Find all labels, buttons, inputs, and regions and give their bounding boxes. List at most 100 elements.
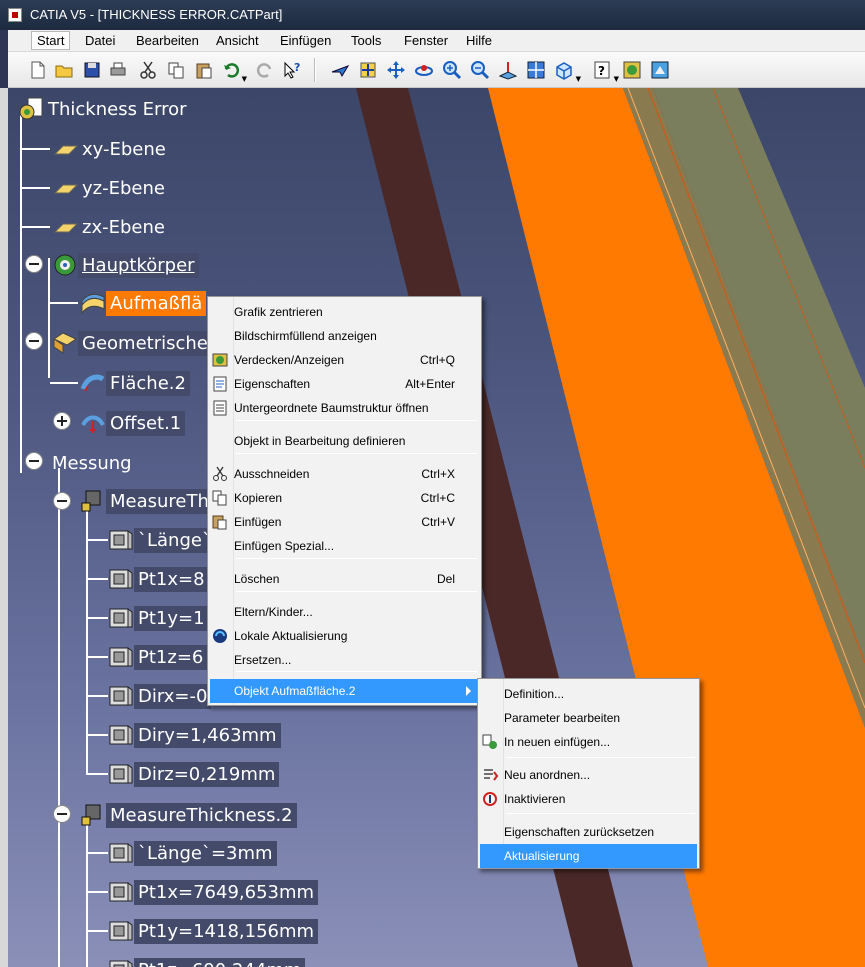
- pan-icon[interactable]: [386, 60, 406, 80]
- submenu-item-definition[interactable]: Definition...: [480, 682, 697, 706]
- submenu-item-eigenschaften-zurücksetzen[interactable]: Eigenschaften zurücksetzen: [480, 820, 697, 844]
- shading-icon[interactable]: [622, 60, 642, 80]
- normal-view-icon[interactable]: [498, 60, 518, 80]
- catia-app-icon[interactable]: [8, 8, 22, 22]
- rotate-icon[interactable]: [414, 60, 434, 80]
- collapse-messung-icon[interactable]: [25, 452, 43, 470]
- tree-node-zx-plane[interactable]: zx-Ebene: [52, 212, 169, 242]
- submenu-item-inaktivieren[interactable]: Inaktivieren: [480, 787, 697, 811]
- menu-item-ausschneiden[interactable]: Ausschneiden Ctrl+X: [210, 462, 479, 486]
- fit-all-icon[interactable]: [358, 60, 378, 80]
- menu-item-einfügen[interactable]: Einfügen Ctrl+V: [210, 510, 479, 534]
- submenu-item-in-neuen-einfügen[interactable]: In neuen einfügen...: [480, 730, 697, 754]
- multi-view-icon[interactable]: [526, 60, 546, 80]
- tree-label-parameter[interactable]: Pt1x=7649,653mm: [134, 879, 319, 905]
- redo-icon[interactable]: [254, 60, 274, 80]
- menu-hilfe[interactable]: Hilfe: [466, 33, 492, 48]
- tree-label-flaeche2[interactable]: Fläche.2: [106, 370, 190, 396]
- menu-fenster[interactable]: Fenster: [404, 33, 448, 48]
- menu-item-untergeordnete-baumstruktur-öffnen[interactable]: Untergeordnete Baumstruktur öffnen: [210, 396, 479, 420]
- save-icon[interactable]: [82, 60, 102, 80]
- tree-label-parameter[interactable]: Pt1y=1418,156mm: [134, 918, 319, 944]
- hide-show-dropdown-icon[interactable]: ▼: [604, 60, 619, 83]
- submenu-item-neu-anordnen[interactable]: Neu anordnen...: [480, 763, 697, 787]
- tree-label-parameter[interactable]: Pt1x=8: [134, 566, 209, 592]
- collapse-measure1-icon[interactable]: [53, 492, 71, 510]
- tree-node-parameter[interactable]: Pt1z=690,244mm: [108, 955, 306, 967]
- tree-node-parameter[interactable]: Pt1y=1: [108, 603, 209, 633]
- menu-item-eltern-kinder[interactable]: Eltern/Kinder...: [210, 600, 479, 624]
- tree-root-label[interactable]: Thickness Error: [44, 97, 191, 122]
- collapse-geometrisch-icon[interactable]: [25, 332, 43, 350]
- tree-node-parameter[interactable]: Pt1x=7649,653mm: [108, 877, 319, 907]
- tree-node-parameter[interactable]: Pt1y=1418,156mm: [108, 916, 319, 946]
- tree-node-measure2[interactable]: MeasureThickness.2: [80, 800, 297, 830]
- menu-item-objekt-aufmaßfläche-2[interactable]: Objekt Aufmaßfläche.2: [210, 679, 479, 703]
- tree-node-measure1[interactable]: MeasureTh: [80, 486, 213, 516]
- tree-node-aufmass[interactable]: Aufmaßflä: [80, 288, 207, 318]
- swap-space-icon[interactable]: [650, 60, 670, 80]
- submenu-item-aktualisierung[interactable]: Aktualisierung: [480, 844, 697, 868]
- menu-item-lokale-aktualisierung[interactable]: Lokale Aktualisierung: [210, 624, 479, 648]
- menu-item-verdecken-anzeigen[interactable]: Verdecken/Anzeigen Ctrl+Q: [210, 348, 479, 372]
- tree-label-aufmass[interactable]: Aufmaßflä: [106, 290, 207, 316]
- tree-label-parameter[interactable]: Diry=1,463mm: [134, 722, 281, 748]
- collapse-measure2-icon[interactable]: [53, 805, 71, 823]
- menu-item-kopieren[interactable]: Kopieren Ctrl+C: [210, 486, 479, 510]
- tree-label-parameter[interactable]: Dirx=-0: [134, 683, 212, 709]
- view-dropdown-icon[interactable]: ▼: [566, 60, 581, 83]
- tree-node-parameter[interactable]: `Länge`: [108, 525, 215, 555]
- tree-label-xy[interactable]: xy-Ebene: [78, 137, 170, 162]
- tree-node-messung[interactable]: Messung: [48, 448, 136, 478]
- menu-item-grafik-zentrieren[interactable]: Grafik zentrieren: [210, 300, 479, 324]
- tree-node-flaeche2[interactable]: Fläche.2: [80, 368, 190, 398]
- expand-offset1-icon[interactable]: [53, 412, 71, 430]
- menu-start[interactable]: Start: [31, 31, 71, 50]
- print-icon[interactable]: [108, 60, 128, 80]
- menu-item-bildschirmfüllend-anzeigen[interactable]: Bildschirmfüllend anzeigen: [210, 324, 479, 348]
- paste-icon[interactable]: [194, 60, 214, 80]
- zoom-out-icon[interactable]: [470, 60, 490, 80]
- tree-label-yz[interactable]: yz-Ebene: [78, 176, 169, 201]
- collapse-hauptkoerper-icon[interactable]: [25, 255, 43, 273]
- tree-label-parameter[interactable]: Dirz=0,219mm: [134, 761, 280, 787]
- menu-item-einfügen-spezial[interactable]: Einfügen Spezial...: [210, 534, 479, 558]
- tree-node-offset1[interactable]: Offset.1: [80, 408, 186, 438]
- tree-node-geometrisch[interactable]: Geometrische: [52, 328, 212, 358]
- menu-item-eigenschaften[interactable]: Eigenschaften Alt+Enter: [210, 372, 479, 396]
- tree-node-parameter[interactable]: Dirz=0,219mm: [108, 759, 280, 789]
- submenu-item-parameter-bearbeiten[interactable]: Parameter bearbeiten: [480, 706, 697, 730]
- tree-label-parameter[interactable]: Pt1z=690,244mm: [134, 957, 306, 967]
- tree-label-offset1[interactable]: Offset.1: [106, 410, 186, 436]
- tree-node-yz-plane[interactable]: yz-Ebene: [52, 173, 169, 203]
- tree-node-parameter[interactable]: Diry=1,463mm: [108, 720, 281, 750]
- tree-node-parameter[interactable]: Pt1z=6: [108, 642, 208, 672]
- tree-node-parameter[interactable]: Dirx=-0: [108, 681, 212, 711]
- menu-item-objekt-in-bearbeitung-definieren[interactable]: Objekt in Bearbeitung definieren: [210, 429, 479, 453]
- menu-item-ersetzen[interactable]: Ersetzen...: [210, 648, 479, 672]
- tree-label-parameter[interactable]: Pt1z=6: [134, 644, 208, 670]
- menu-datei[interactable]: Datei: [85, 33, 115, 48]
- tree-label-parameter[interactable]: Pt1y=1: [134, 605, 209, 631]
- tree-node-parameter[interactable]: `Länge`=3mm: [108, 838, 277, 868]
- tree-label-measure1[interactable]: MeasureTh: [106, 488, 213, 514]
- whats-this-icon[interactable]: ?: [282, 60, 302, 80]
- menu-ansicht[interactable]: Ansicht: [216, 33, 259, 48]
- cut-icon[interactable]: [138, 60, 158, 80]
- menu-bearbeiten[interactable]: Bearbeiten: [136, 33, 199, 48]
- tree-label-measure2[interactable]: MeasureThickness.2: [106, 802, 297, 828]
- tree-label-hauptkoerper[interactable]: Hauptkörper: [78, 252, 199, 278]
- tree-node-xy-plane[interactable]: xy-Ebene: [52, 134, 170, 164]
- tree-label-geometrisch[interactable]: Geometrische: [78, 330, 212, 356]
- open-icon[interactable]: [54, 60, 74, 80]
- tree-node-hauptkoerper[interactable]: Hauptkörper: [52, 250, 199, 280]
- tree-label-zx[interactable]: zx-Ebene: [78, 215, 169, 240]
- new-icon[interactable]: [28, 60, 48, 80]
- zoom-in-icon[interactable]: [442, 60, 462, 80]
- menu-item-löschen[interactable]: Löschen Del: [210, 567, 479, 591]
- undo-dropdown-icon[interactable]: ▼: [232, 60, 247, 83]
- tree-label-parameter[interactable]: `Länge`=3mm: [134, 840, 277, 866]
- tree-node-parameter[interactable]: Pt1x=8: [108, 564, 209, 594]
- menu-tools[interactable]: Tools: [351, 33, 381, 48]
- tree-label-messung[interactable]: Messung: [48, 451, 136, 476]
